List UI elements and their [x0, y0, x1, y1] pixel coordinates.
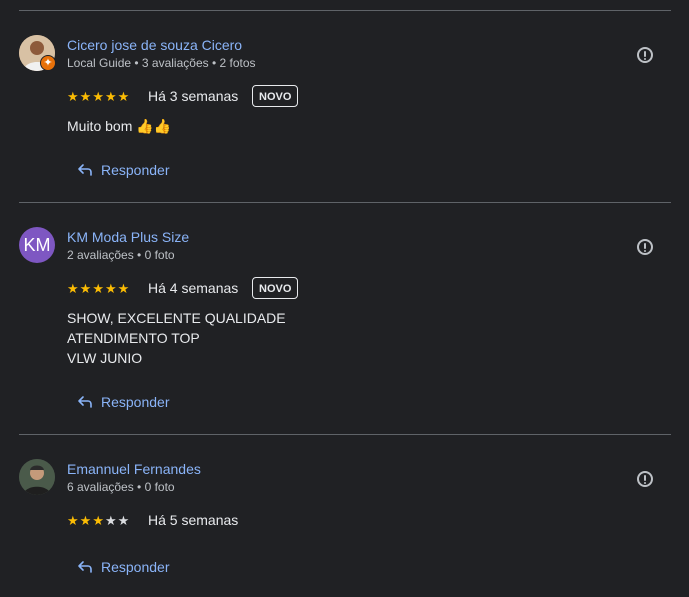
user-photo-icon	[19, 459, 55, 495]
report-icon[interactable]	[637, 471, 653, 487]
reply-label: Responder	[101, 394, 170, 410]
reviewer-name[interactable]: KM Moda Plus Size	[67, 229, 189, 245]
star-rating: ★ ★ ★ ★ ★	[67, 90, 129, 103]
review-text-line: Muito bom 👍👍	[67, 118, 172, 134]
review-text-line: SHOW, EXCELENTE QUALIDADE	[67, 310, 286, 326]
star-icon: ★	[67, 513, 79, 528]
reply-icon	[78, 164, 92, 176]
review-time: Há 3 semanas	[148, 88, 239, 104]
reviewer-name[interactable]: Emannuel Fernandes	[67, 461, 201, 477]
star-rating: ★ ★ ★ ★ ★	[67, 514, 129, 527]
reply-icon	[78, 561, 92, 573]
new-badge: NOVO	[252, 277, 299, 299]
local-guide-badge-icon: ✦	[40, 55, 56, 71]
review-time: Há 5 semanas	[148, 512, 239, 528]
star-rating: ★ ★ ★ ★ ★	[67, 282, 129, 295]
avatar[interactable]: KM	[19, 227, 55, 263]
star-icon: ★	[79, 89, 92, 104]
review-text-line: VLW JUNIO	[67, 350, 143, 366]
reply-label: Responder	[101, 162, 170, 178]
star-icon: ★	[92, 281, 104, 296]
divider	[19, 434, 671, 435]
review-time: Há 4 semanas	[148, 280, 239, 296]
new-badge: NOVO	[252, 85, 299, 107]
star-icon: ★	[92, 89, 104, 104]
star-icon: ★	[117, 513, 130, 528]
reply-button[interactable]: Responder	[77, 162, 170, 178]
reply-button[interactable]: Responder	[77, 394, 170, 410]
report-icon[interactable]	[637, 47, 653, 63]
reply-button[interactable]: Responder	[77, 559, 170, 575]
reviewer-name[interactable]: Cicero jose de souza Cicero	[67, 37, 242, 53]
divider	[19, 202, 671, 203]
report-icon[interactable]	[637, 239, 653, 255]
star-icon: ★	[117, 89, 130, 104]
avatar-initials: KM	[23, 235, 51, 255]
star-icon: ★	[67, 89, 79, 104]
avatar[interactable]	[19, 459, 55, 495]
star-icon: ★	[104, 281, 117, 296]
star-icon: ★	[79, 513, 92, 528]
star-icon: ★	[104, 89, 117, 104]
star-icon: ★	[67, 281, 79, 296]
reviewer-meta[interactable]: 2 avaliações • 0 foto	[67, 248, 175, 262]
star-icon: ★	[79, 281, 92, 296]
star-icon: ★	[92, 513, 104, 528]
divider	[19, 10, 671, 11]
star-icon: ★	[117, 281, 130, 296]
reviewer-meta[interactable]: Local Guide • 3 avaliações • 2 fotos	[67, 56, 256, 70]
reply-label: Responder	[101, 559, 170, 575]
reply-icon	[78, 396, 92, 408]
review-text-line: ATENDIMENTO TOP	[67, 330, 200, 346]
reviewer-meta[interactable]: 6 avaliações • 0 foto	[67, 480, 175, 494]
star-icon: ★	[104, 513, 117, 528]
